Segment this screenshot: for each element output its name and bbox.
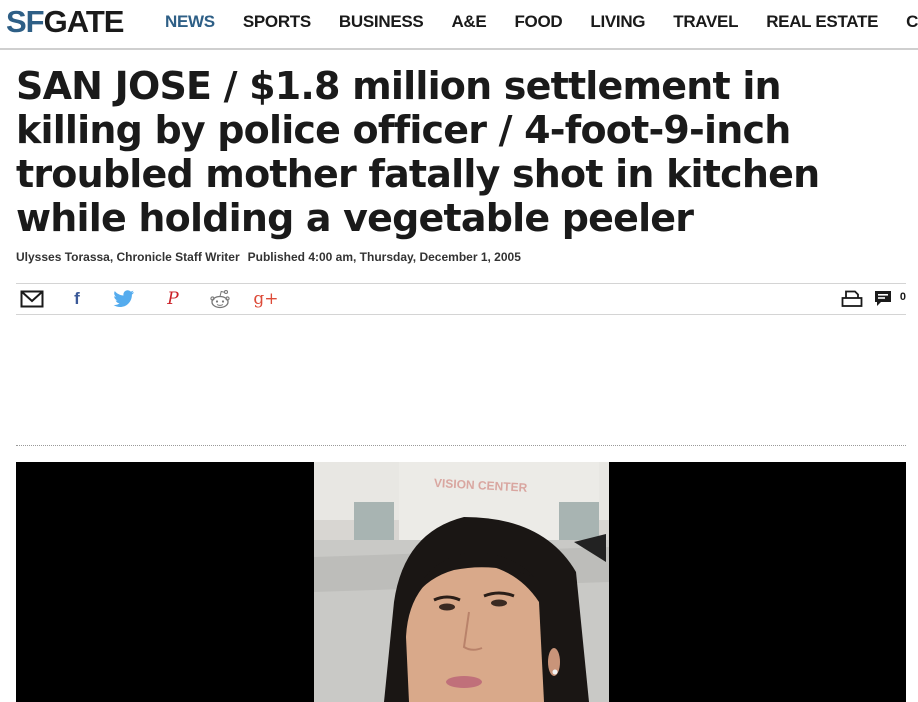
byline: Ulysses Torassa, Chronicle Staff Writer P… (16, 250, 521, 264)
article-headline: SAN JOSE / $1.8 million settlement in ki… (16, 64, 820, 240)
photo-frame: VISION CENTER (16, 462, 906, 702)
nav-ae[interactable]: A&E (437, 0, 500, 44)
print-icon[interactable] (838, 287, 866, 311)
logo-sf: SF (6, 4, 45, 39)
article-photo[interactable]: VISION CENTER (314, 462, 609, 702)
comment-icon[interactable] (869, 287, 897, 311)
section-nav: NEWS SPORTS BUSINESS A&E FOOD LIVING TRAVEL REA… (151, 0, 918, 44)
share-bar: f P g+ 0 (16, 283, 906, 315)
nav-ca[interactable]: CA (892, 0, 918, 44)
content-divider (16, 445, 906, 446)
google-plus-icon[interactable]: g+ (252, 287, 280, 311)
logo-gate: GATE (43, 4, 125, 39)
nav-living[interactable]: LIVING (576, 0, 659, 44)
nav-business[interactable]: BUSINESS (325, 0, 438, 44)
nav-travel[interactable]: TRAVEL (659, 0, 752, 44)
nav-food[interactable]: FOOD (500, 0, 576, 44)
sfgate-logo[interactable]: SFGATE (6, 2, 125, 42)
facebook-icon[interactable]: f (63, 287, 91, 311)
top-nav: SFGATE NEWS SPORTS BUSINESS A&E FOOD LIVING TR… (0, 0, 918, 50)
nav-real-estate[interactable]: REAL ESTATE (752, 0, 892, 44)
published-date: Published 4:00 am, Thursday, December 1,… (247, 250, 521, 264)
reddit-icon[interactable] (206, 287, 234, 311)
email-icon[interactable] (18, 287, 46, 311)
nav-sports[interactable]: SPORTS (229, 0, 325, 44)
nav-news[interactable]: NEWS (151, 0, 229, 44)
comment-count[interactable]: 0 (900, 291, 906, 303)
pinterest-icon[interactable]: P (159, 287, 187, 311)
author[interactable]: Ulysses Torassa, Chronicle Staff Writer (16, 250, 240, 264)
twitter-icon[interactable] (110, 287, 138, 311)
